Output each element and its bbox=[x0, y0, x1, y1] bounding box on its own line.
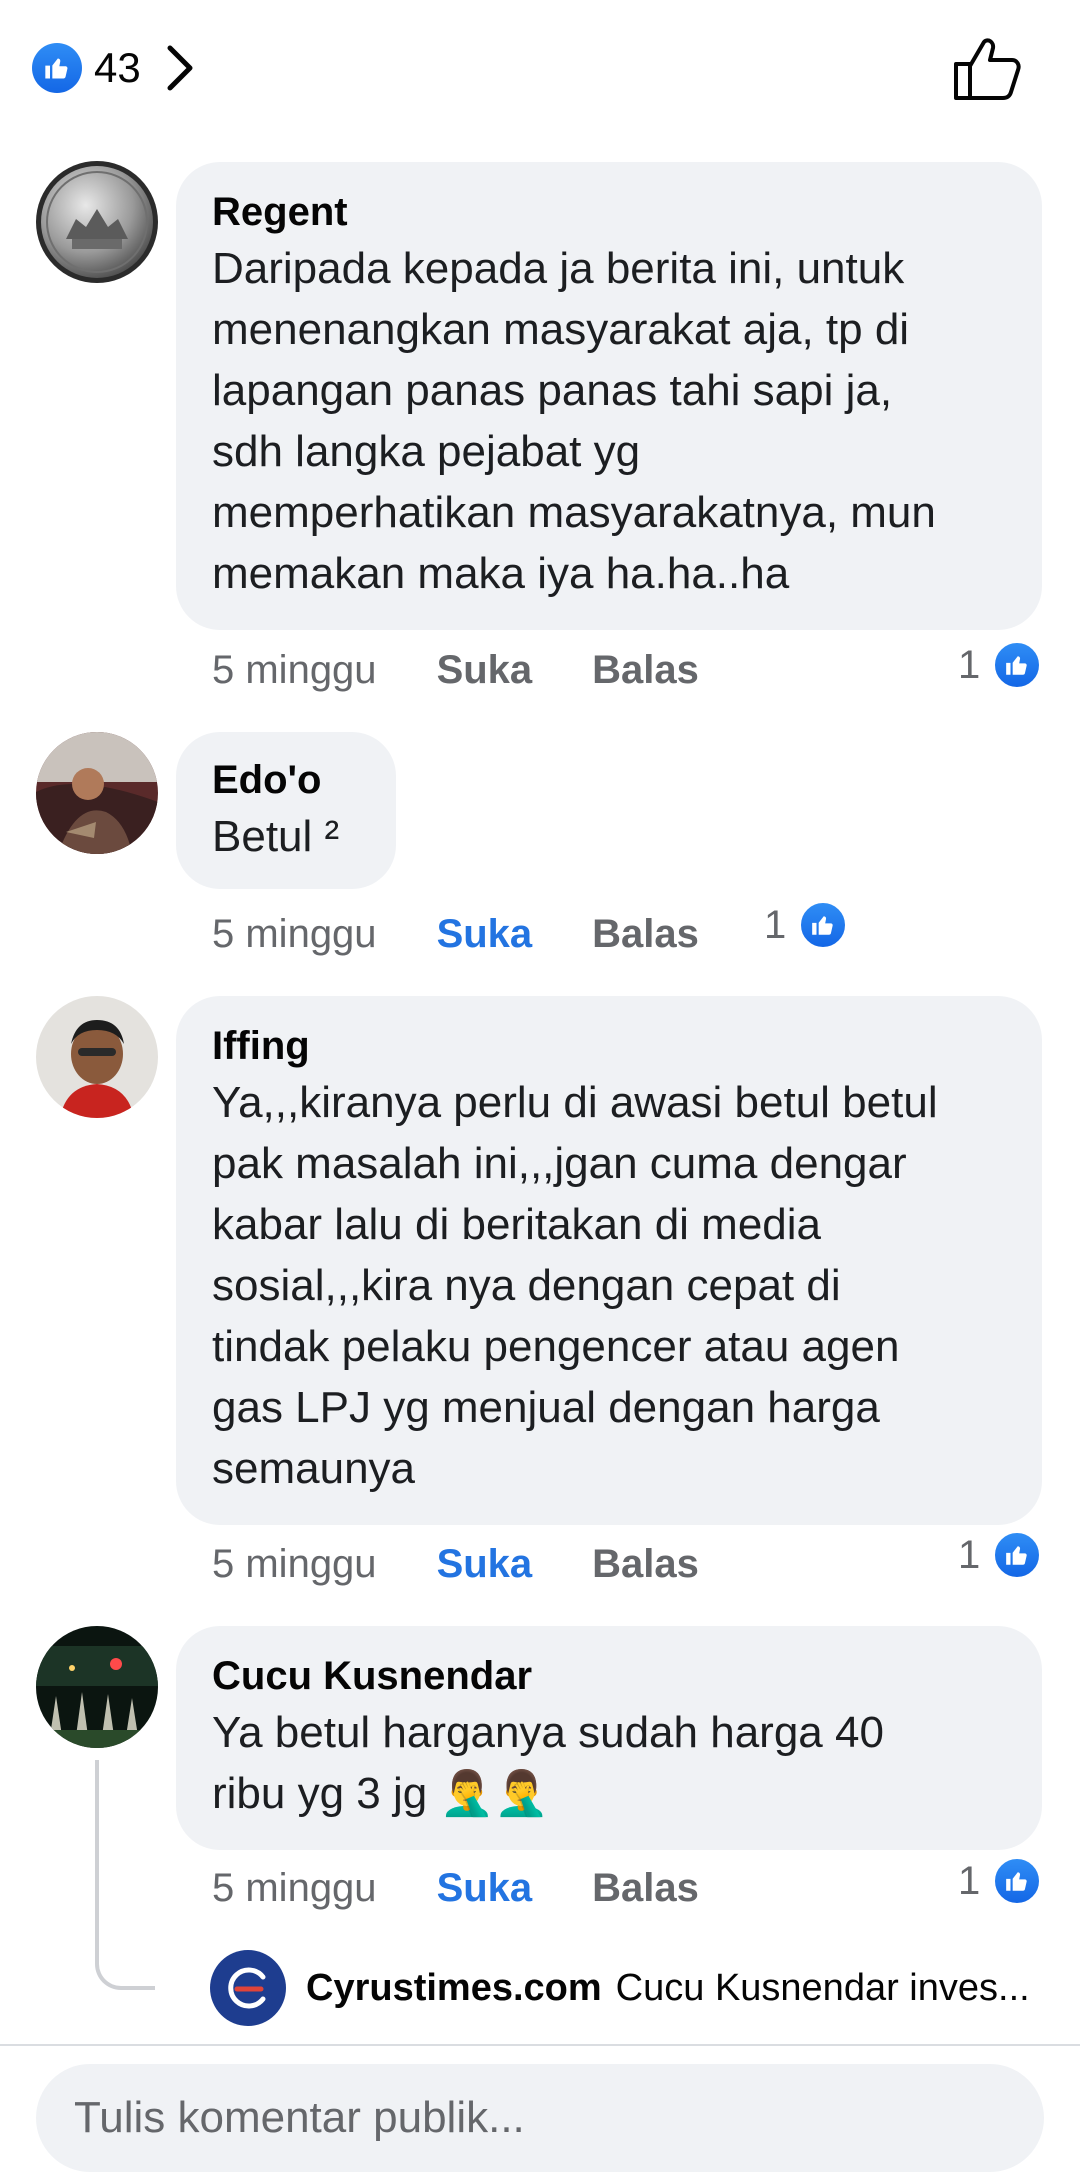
comment-time[interactable]: 5 minggu bbox=[212, 1866, 377, 1911]
comment-author[interactable]: Regent bbox=[212, 186, 1006, 238]
reply-button[interactable]: Balas bbox=[592, 912, 699, 957]
comment-text: Ya,,,kiranya perlu di awasi betul betul … bbox=[212, 1078, 938, 1493]
avatar[interactable] bbox=[36, 996, 158, 1118]
avatar[interactable] bbox=[36, 1626, 158, 1748]
reply-preview[interactable]: Cyrustimes.com Cucu Kusnendar inves... bbox=[210, 1950, 1050, 2026]
reaction-summary[interactable]: 1 bbox=[958, 640, 1043, 690]
comment-time[interactable]: 5 minggu bbox=[212, 912, 377, 957]
like-icon bbox=[798, 900, 849, 950]
avatar bbox=[210, 1950, 286, 2026]
reaction-summary[interactable]: 1 bbox=[958, 1856, 1043, 1906]
thread-connector bbox=[95, 1760, 155, 1990]
comment-text: Betul ² bbox=[212, 812, 340, 861]
comment-actions: 5 minggu Suka Balas bbox=[212, 904, 759, 964]
comment-text: Daripada kepada ja berita ini, untuk men… bbox=[212, 244, 936, 598]
divider bbox=[0, 2044, 1080, 2046]
comment-actions: 5 minggu Suka Balas bbox=[212, 1534, 759, 1594]
comment-input[interactable] bbox=[36, 2064, 1044, 2172]
comment-author[interactable]: Iffing bbox=[212, 1020, 1006, 1072]
like-icon bbox=[992, 640, 1043, 690]
comment-bubble[interactable]: Cucu Kusnendar Ya betul harganya sudah h… bbox=[176, 1626, 1042, 1850]
comment-time[interactable]: 5 minggu bbox=[212, 1542, 377, 1587]
avatar[interactable] bbox=[36, 161, 158, 283]
reactions-header: 43 bbox=[0, 0, 1080, 140]
reply-button[interactable]: Balas bbox=[592, 1866, 699, 1911]
reaction-count: 1 bbox=[958, 1858, 981, 1903]
thumbs-up-outline-icon[interactable] bbox=[952, 36, 1022, 102]
like-button[interactable]: Suka bbox=[437, 648, 533, 693]
comment-author[interactable]: Cucu Kusnendar bbox=[212, 1650, 1006, 1702]
reaction-count: 1 bbox=[958, 642, 981, 687]
reaction-count: 1 bbox=[764, 902, 787, 947]
comment-bubble[interactable]: Regent Daripada kepada ja berita ini, un… bbox=[176, 162, 1042, 630]
comment-time[interactable]: 5 minggu bbox=[212, 648, 377, 693]
reaction-count[interactable]: 43 bbox=[94, 44, 141, 92]
reaction-summary[interactable]: 1 bbox=[764, 900, 849, 950]
comment-actions: 5 minggu Suka Balas bbox=[212, 1858, 759, 1918]
like-button[interactable]: Suka bbox=[437, 912, 533, 957]
reply-author[interactable]: Cyrustimes.com bbox=[306, 1967, 602, 2010]
reaction-summary[interactable]: 1 bbox=[958, 1530, 1043, 1580]
comment-bubble[interactable]: Iffing Ya,,,kiranya perlu di awasi betul… bbox=[176, 996, 1042, 1525]
chevron-right-icon[interactable] bbox=[162, 42, 198, 94]
comment-author[interactable]: Edo'o bbox=[212, 754, 366, 806]
comment-actions: 5 minggu Suka Balas bbox=[212, 640, 759, 700]
like-icon bbox=[992, 1530, 1043, 1580]
reply-button[interactable]: Balas bbox=[592, 648, 699, 693]
reaction-count: 1 bbox=[958, 1532, 981, 1577]
reply-text: Cucu Kusnendar inves... bbox=[615, 1966, 1030, 2009]
like-icon bbox=[992, 1856, 1043, 1906]
like-icon bbox=[32, 43, 82, 93]
comment-bubble[interactable]: Edo'o Betul ² bbox=[176, 732, 396, 889]
avatar[interactable] bbox=[36, 732, 158, 854]
like-button[interactable]: Suka bbox=[437, 1542, 533, 1587]
like-button[interactable]: Suka bbox=[437, 1866, 533, 1911]
reply-button[interactable]: Balas bbox=[592, 1542, 699, 1587]
comment-text: Ya betul harganya sudah harga 40 ribu yg… bbox=[212, 1708, 884, 1818]
